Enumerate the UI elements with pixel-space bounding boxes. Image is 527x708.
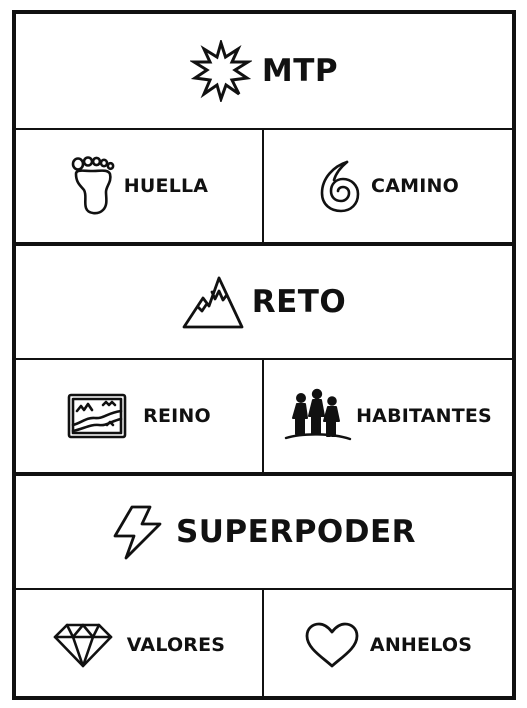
reino-item: REINO	[67, 393, 211, 439]
map-icon	[67, 393, 127, 439]
valores-item: VALORES	[53, 622, 225, 668]
huella-item: HUELLA	[70, 156, 208, 216]
mountain-icon	[182, 274, 244, 330]
section-3-subrow: VALORES ANHELOS	[16, 590, 512, 700]
anhelos-item: ANHELOS	[304, 621, 472, 669]
valores-label: VALORES	[126, 634, 226, 656]
superpoder-header-cell: SUPERPODER	[16, 476, 512, 588]
habitantes-cell: HABITANTES	[264, 360, 512, 472]
section-2-subrow: REINO HABITANTES	[16, 360, 512, 472]
camino-item: CAMINO	[317, 158, 459, 214]
mtp-label: MTP	[261, 53, 339, 89]
star-burst-icon	[189, 40, 252, 102]
footprint-icon	[70, 156, 116, 216]
diamond-icon	[53, 622, 113, 668]
reto-label: RETO	[251, 284, 347, 320]
reino-cell: REINO	[16, 360, 264, 472]
canvas-board: MTP HUELLA CAMINO RETO REINO HABITANTES …	[12, 10, 516, 700]
superpoder-item: SUPERPODER	[112, 504, 416, 560]
reino-label: REINO	[143, 405, 211, 427]
habitantes-label: HABITANTES	[356, 405, 492, 427]
habitantes-item: HABITANTES	[284, 388, 492, 444]
anhelos-cell: ANHELOS	[264, 590, 512, 700]
huella-label: HUELLA	[123, 175, 209, 197]
mtp-item: MTP	[189, 40, 339, 102]
camino-cell: CAMINO	[264, 130, 512, 242]
heart-icon	[304, 621, 360, 669]
reto-item: RETO	[182, 274, 347, 330]
huella-cell: HUELLA	[16, 130, 264, 242]
spiral-icon	[317, 158, 361, 214]
anhelos-label: ANHELOS	[369, 634, 473, 656]
lightning-icon	[112, 504, 162, 560]
camino-label: CAMINO	[371, 175, 459, 197]
reto-header-cell: RETO	[16, 246, 512, 358]
superpoder-label: SUPERPODER	[175, 514, 417, 550]
people-group-icon	[284, 388, 352, 444]
section-1-subrow: HUELLA CAMINO	[16, 130, 512, 242]
mtp-header-cell: MTP	[16, 14, 512, 128]
valores-cell: VALORES	[16, 590, 264, 700]
